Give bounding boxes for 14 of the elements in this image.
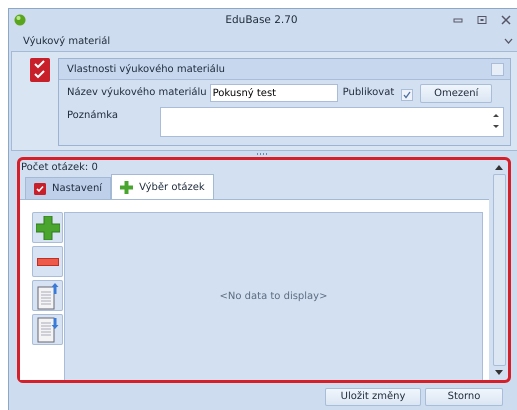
window-title: EduBase 2.70 bbox=[224, 14, 299, 26]
tab[interactable]: Nastavení bbox=[25, 177, 112, 199]
empty-grid-message: <No data to display> bbox=[220, 291, 328, 302]
publish-label: Publikovat bbox=[342, 86, 394, 98]
restrict-button[interactable]: Omezení bbox=[420, 84, 492, 103]
name-field[interactable]: Pokusný test bbox=[210, 84, 338, 102]
section-title: Výukový materiál bbox=[23, 36, 110, 46]
question-count: Počet otázek: 0 bbox=[20, 161, 98, 175]
footer-button[interactable]: Storno bbox=[425, 388, 503, 406]
group-title: Vlastnosti výukového materiálu bbox=[67, 64, 225, 74]
tab[interactable]: Výběr otázek bbox=[111, 174, 214, 199]
note-label: Poznámka bbox=[67, 109, 118, 121]
name-label: Název výukového materiálu bbox=[67, 86, 207, 98]
footer-button[interactable]: Uložit změny bbox=[325, 388, 421, 406]
